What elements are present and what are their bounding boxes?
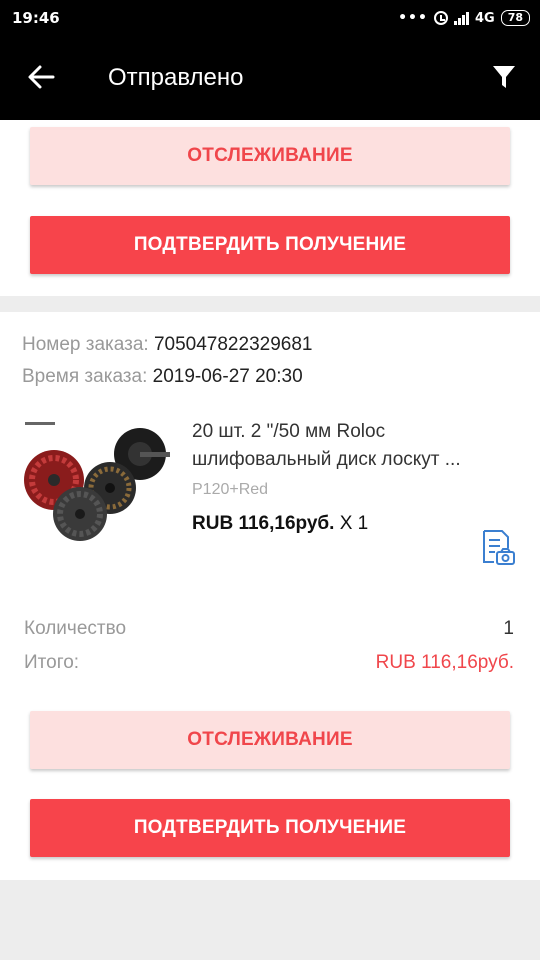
- status-icons: ••• 4G 78: [398, 8, 530, 28]
- notification-dots-icon: •••: [398, 10, 428, 26]
- alarm-icon: [433, 11, 448, 25]
- filter-icon[interactable]: [492, 64, 516, 90]
- status-time: 19:46: [12, 9, 60, 27]
- quantity-row: Количество 1: [24, 618, 514, 640]
- battery-icon: 78: [500, 10, 530, 26]
- product-qty-mark: X 1: [339, 513, 369, 534]
- signal-icon: [453, 11, 469, 25]
- order-number-label: Номер заказа:: [22, 334, 149, 355]
- product-title[interactable]: 20 шт. 2 "/50 мм Roloc шлифовальный диск…: [192, 418, 512, 474]
- product-price: RUB 116,16руб. X 1: [192, 513, 368, 535]
- total-row: Итого: RUB 116,16руб.: [24, 652, 514, 674]
- page-title: Отправлено: [108, 64, 244, 91]
- receipt-photo-icon[interactable]: [478, 528, 516, 566]
- track-button[interactable]: ОТСЛЕЖИВАНИЕ: [30, 127, 510, 185]
- total-value: RUB 116,16руб.: [375, 652, 514, 673]
- status-bar: 19:46 ••• 4G 78: [0, 0, 540, 38]
- network-type: 4G: [474, 10, 495, 26]
- order-time: Время заказа: 2019-06-27 20:30: [22, 366, 303, 388]
- back-arrow-icon[interactable]: [26, 62, 56, 92]
- confirm-receipt-button[interactable]: ПОДТВЕРДИТЬ ПОЛУЧЕНИЕ: [30, 216, 510, 274]
- product-price-value: RUB 116,16руб.: [192, 513, 335, 534]
- quantity-value: 1: [503, 618, 514, 639]
- order-time-label: Время заказа:: [22, 366, 148, 387]
- app-bar: Отправлено: [0, 38, 540, 120]
- order-number: Номер заказа: 705047822329681: [22, 334, 312, 356]
- quantity-label: Количество: [24, 618, 127, 639]
- order-card-previous: ОТСЛЕЖИВАНИЕ ПОДТВЕРДИТЬ ПОЛУЧЕНИЕ: [0, 120, 540, 296]
- total-label: Итого:: [24, 652, 80, 673]
- order-time-value: 2019-06-27 20:30: [152, 366, 303, 387]
- product-sku: P120+Red: [192, 481, 269, 498]
- order-card: Номер заказа: 705047822329681 Время зака…: [0, 312, 540, 880]
- confirm-receipt-button[interactable]: ПОДТВЕРДИТЬ ПОЛУЧЕНИЕ: [30, 799, 510, 857]
- track-button[interactable]: ОТСЛЕЖИВАНИЕ: [30, 711, 510, 769]
- product-image[interactable]: [22, 412, 172, 562]
- order-number-value: 705047822329681: [153, 334, 313, 355]
